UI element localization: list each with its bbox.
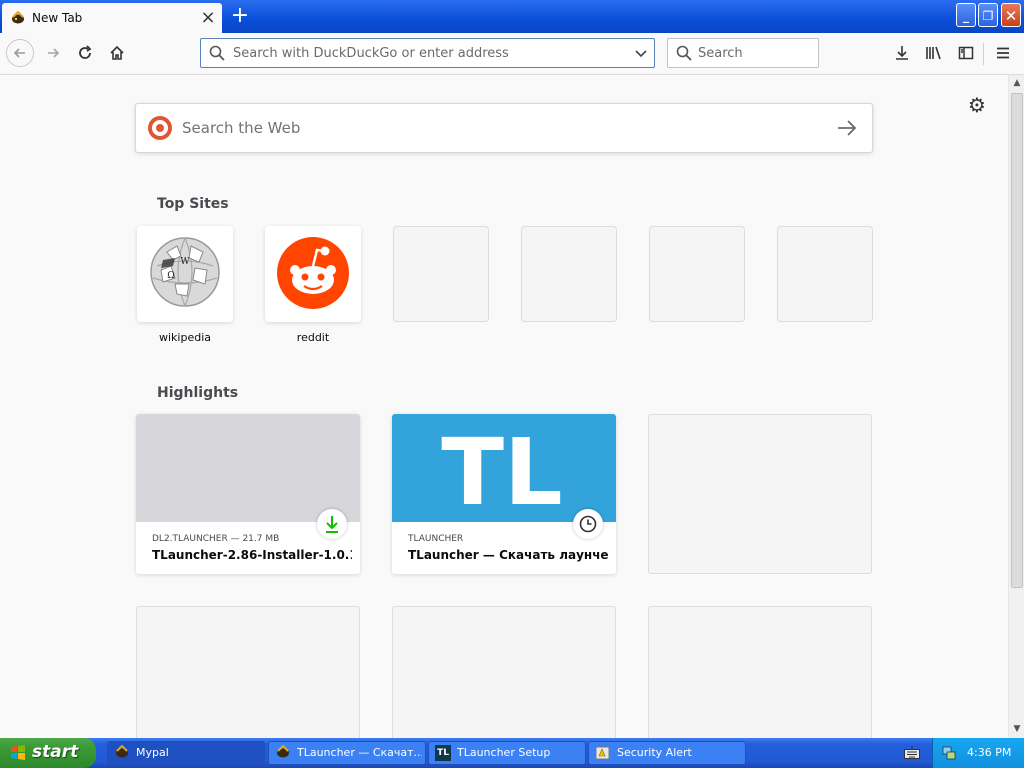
clock-icon <box>579 515 597 533</box>
arrow-right-icon <box>48 48 60 58</box>
top-sites-heading: Top Sites <box>157 196 229 212</box>
web-search-box[interactable] <box>135 103 873 153</box>
taskbar: start Mypal TLauncher — Скачат... TL TLa… <box>0 738 1024 768</box>
top-site-tile-reddit[interactable] <box>265 226 361 322</box>
gear-icon[interactable]: ⚙ <box>966 94 988 116</box>
forward-button[interactable] <box>40 41 66 65</box>
web-search-input[interactable] <box>182 104 802 152</box>
card-title: TLauncher — Скачать лаунчер ... <box>408 548 608 562</box>
arrow-left-icon <box>13 48 25 58</box>
new-tab-page: ⚙ Top Sites W Ω wikipedia <box>0 75 1008 766</box>
scroll-down-arrow-icon[interactable]: ▼ <box>1009 721 1024 737</box>
home-icon <box>110 45 124 60</box>
top-site-tile-empty <box>393 226 489 322</box>
reddit-alien-icon <box>277 237 349 309</box>
duckduckgo-icon-dot <box>156 124 164 132</box>
back-button[interactable] <box>6 39 34 67</box>
tab-new-tab[interactable]: New Tab × <box>2 3 222 33</box>
url-bar[interactable] <box>200 38 655 68</box>
duckduckgo-icon <box>148 116 172 140</box>
sidebar-button[interactable] <box>953 41 979 65</box>
downloads-button[interactable] <box>889 41 915 65</box>
nav-toolbar <box>0 33 1024 75</box>
minimize-button[interactable]: _ <box>956 3 976 27</box>
reload-button[interactable] <box>72 41 98 65</box>
svg-text:TL: TL <box>441 419 562 522</box>
search-icon <box>209 45 225 61</box>
home-button[interactable] <box>104 41 130 65</box>
tl-icon: TL <box>435 745 451 761</box>
highlight-card-empty <box>648 414 872 574</box>
download-icon <box>896 46 908 60</box>
toolbar-divider <box>983 43 984 65</box>
card-source: TLAUNCHER <box>408 534 464 544</box>
start-button[interactable]: start <box>0 738 96 768</box>
security-alert-icon <box>595 745 611 761</box>
close-tab-icon[interactable]: × <box>200 9 216 27</box>
highlight-card-tlauncher[interactable]: TL TLAUNCHER TLauncher — Скачать лаунчер… <box>392 414 616 574</box>
system-tray: 4:36 PM <box>932 738 1024 768</box>
new-tab-button[interactable]: + <box>228 4 252 28</box>
download-icon <box>326 516 338 533</box>
close-window-button[interactable]: ✕ <box>1001 3 1021 27</box>
sidebar-icon <box>958 46 974 60</box>
mypal-icon <box>275 744 291 761</box>
reload-icon <box>79 45 92 59</box>
scrollbar-thumb[interactable] <box>1011 93 1023 588</box>
search-input[interactable] <box>698 39 808 67</box>
chevron-down-icon[interactable] <box>631 43 651 63</box>
card-title: TLauncher-2.86-Installer-1.0.1.e... <box>152 548 352 562</box>
library-icon <box>926 46 941 60</box>
taskbar-item-label: Security Alert <box>617 746 692 759</box>
mypal-icon <box>114 744 130 761</box>
taskbar-item-label: TLauncher Setup <box>457 746 551 759</box>
tab-title: New Tab <box>32 11 83 25</box>
taskbar-item-tlauncher-setup[interactable]: TL TLauncher Setup <box>428 741 586 765</box>
card-badge <box>317 509 347 539</box>
top-site-label: reddit <box>296 331 330 344</box>
search-icon <box>676 45 692 61</box>
taskbar-item-label: Mypal <box>136 746 169 759</box>
start-label: start <box>32 742 79 762</box>
taskbar-item-mypal[interactable]: Mypal <box>107 741 265 765</box>
vertical-scrollbar[interactable]: ▲ ▼ <box>1008 75 1024 738</box>
top-site-tile-empty <box>649 226 745 322</box>
taskbar-item-tlauncher-page[interactable]: TLauncher — Скачат... <box>268 741 426 765</box>
title-bar: New Tab × + _ ❐ ✕ <box>0 0 1024 33</box>
duckduckgo-icon-inner <box>152 120 168 136</box>
taskbar-item-label: TLauncher — Скачат... <box>297 746 422 759</box>
top-site-tile-wikipedia[interactable]: W Ω <box>137 226 233 322</box>
svg-text:W: W <box>180 257 190 267</box>
url-input[interactable] <box>233 39 623 67</box>
card-thumbnail: TL <box>392 414 616 526</box>
wikipedia-globe-icon: W Ω <box>150 237 220 307</box>
svg-text:Ω: Ω <box>167 271 174 281</box>
top-site-tile-empty <box>521 226 617 322</box>
highlight-card-download[interactable]: DL2.TLAUNCHER — 21.7 MB TLauncher-2.86-I… <box>136 414 360 574</box>
highlights-heading: Highlights <box>157 385 239 401</box>
network-icon[interactable] <box>941 745 957 761</box>
windows-logo-icon <box>11 745 25 760</box>
mypal-icon <box>10 10 26 25</box>
menu-button[interactable] <box>990 41 1016 65</box>
taskbar-item-security-alert[interactable]: Security Alert <box>588 741 746 765</box>
keyboard-icon[interactable] <box>904 746 920 760</box>
card-badge <box>573 509 603 539</box>
arrow-right-icon[interactable] <box>834 116 860 140</box>
card-thumbnail <box>136 414 360 522</box>
tlauncher-logo: TL <box>441 419 562 526</box>
clock[interactable]: 4:36 PM <box>967 746 1011 759</box>
library-button[interactable] <box>921 41 947 65</box>
restore-button[interactable]: ❐ <box>978 3 998 27</box>
scroll-up-arrow-icon[interactable]: ▲ <box>1009 75 1024 91</box>
search-bar[interactable] <box>667 38 819 68</box>
hamburger-menu-icon <box>997 47 1009 59</box>
card-source: DL2.TLAUNCHER — 21.7 MB <box>152 534 280 544</box>
top-site-tile-empty <box>777 226 873 322</box>
top-site-label: wikipedia <box>158 331 211 344</box>
